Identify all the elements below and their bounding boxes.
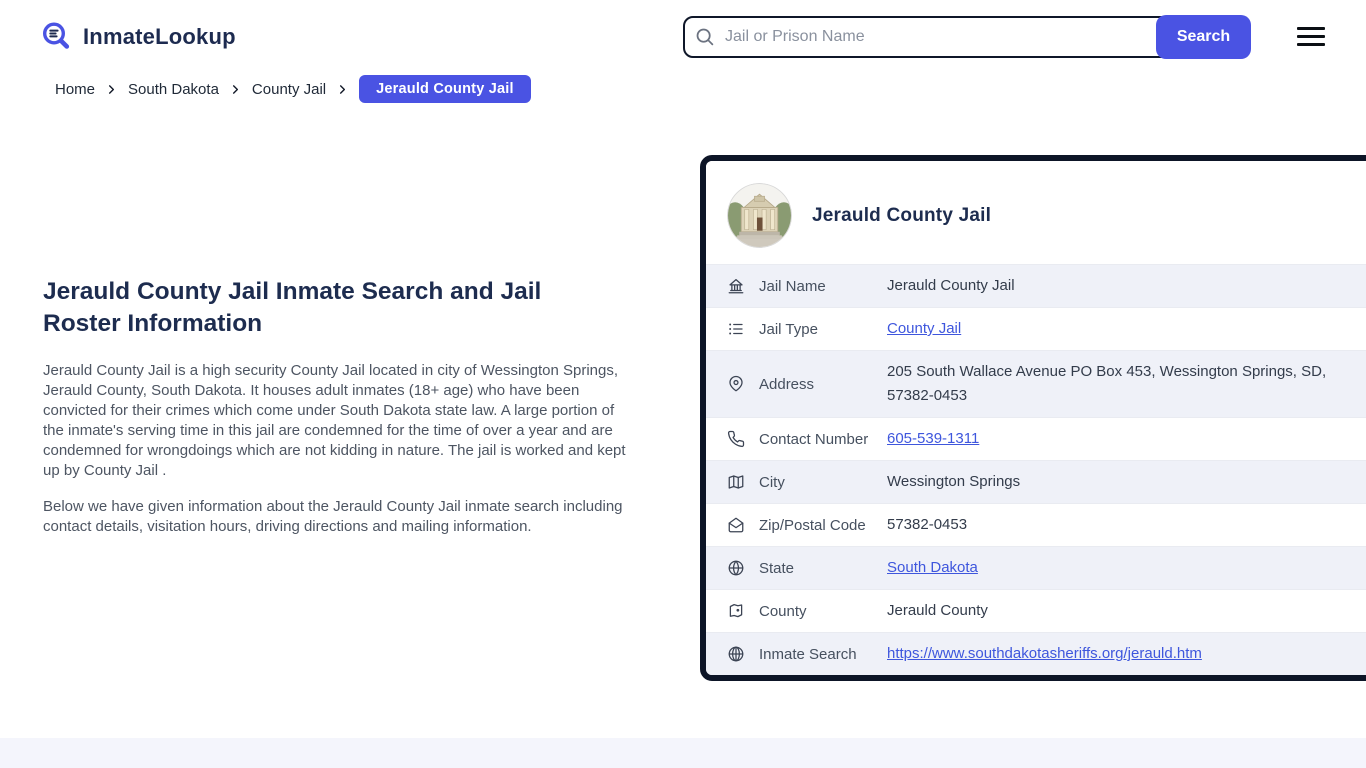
footer-strip — [0, 738, 1366, 768]
bank-icon — [727, 277, 745, 295]
row-label: City — [759, 473, 785, 491]
search-bar: Search — [683, 15, 1251, 59]
page-title: Jerauld County Jail Inmate Search and Ja… — [43, 278, 542, 337]
chevron-right-icon — [337, 84, 348, 95]
breadcrumb-home[interactable]: Home — [55, 81, 95, 98]
jail-card: Jerauld County Jail Jail Name Jerauld Co… — [700, 155, 1366, 681]
search-button[interactable]: Search — [1156, 15, 1251, 59]
breadcrumb-current-badge: Jerauld County Jail — [359, 75, 531, 103]
jail-info-row: Address 205 South Wallace Avenue PO Box … — [706, 350, 1366, 417]
row-value: Wessington Springs — [887, 473, 1021, 490]
phone-icon — [727, 430, 745, 448]
row-value: Jerauld County — [887, 602, 988, 619]
mail-icon — [727, 516, 745, 534]
logo[interactable]: InmateLookup — [40, 20, 236, 54]
row-value: Jerauld County Jail — [887, 277, 1015, 294]
logo-text: InmateLookup — [83, 24, 236, 49]
jail-card-title: Jerauld County Jail — [812, 204, 992, 226]
row-label: County — [759, 602, 807, 620]
article-paragraph: Below we have given information about th… — [43, 498, 623, 535]
row-label: State — [759, 559, 795, 577]
jail-info-row: County Jerauld County — [706, 589, 1366, 632]
row-value: County Jail — [887, 317, 961, 341]
breadcrumb-jail-type[interactable]: County Jail — [252, 81, 326, 98]
row-label: Zip/Postal Code — [759, 516, 866, 534]
row-value-link[interactable]: 605-539-1311 — [887, 430, 979, 447]
row-label: Inmate Search — [759, 645, 857, 663]
menu-icon[interactable] — [1297, 27, 1325, 46]
row-value-link[interactable]: South Dakota — [887, 559, 978, 576]
list-icon — [727, 320, 745, 338]
row-label: Address — [759, 375, 815, 393]
article: Jerauld County Jail Inmate Search and Ja… — [43, 276, 653, 553]
row-label: Jail Name — [759, 277, 826, 295]
row-value-link[interactable]: https://www.southdakotasheriffs.org/jera… — [887, 645, 1202, 662]
web-icon — [727, 645, 745, 663]
map-pin-icon — [727, 375, 745, 393]
row-label: Contact Number — [759, 430, 869, 448]
row-value-link[interactable]: County Jail — [887, 320, 961, 337]
row-value: South Dakota — [887, 556, 978, 580]
jail-info-table: Jail Name Jerauld County Jail Jail Type … — [706, 264, 1366, 675]
chevron-right-icon — [230, 84, 241, 95]
article-paragraph: Jerauld County Jail is a high security C… — [43, 362, 626, 479]
globe-icon — [727, 559, 745, 577]
breadcrumb-state[interactable]: South Dakota — [128, 81, 219, 98]
jail-info-row: Jail Name Jerauld County Jail — [706, 264, 1366, 307]
row-value: 605-539-1311 — [887, 427, 979, 451]
chevron-right-icon — [106, 84, 117, 95]
jail-info-row: Jail Type County Jail — [706, 307, 1366, 350]
jail-info-row: Zip/Postal Code 57382-0453 — [706, 503, 1366, 546]
map-icon — [727, 473, 745, 491]
row-value: https://www.southdakotasheriffs.org/jera… — [887, 642, 1202, 666]
row-value: 205 South Wallace Avenue PO Box 453, Wes… — [887, 363, 1327, 404]
row-value: 57382-0453 — [887, 516, 968, 533]
jail-photo — [727, 183, 792, 248]
jail-info-row: Inmate Search https://www.southdakotashe… — [706, 632, 1366, 675]
county-icon — [727, 602, 745, 620]
breadcrumb: Home South Dakota County Jail Jerauld Co… — [55, 75, 531, 103]
row-label: Jail Type — [759, 320, 818, 338]
search-icon — [694, 26, 715, 47]
logo-magnifier-icon — [40, 20, 74, 54]
jail-info-row: Contact Number 605-539-1311 — [706, 417, 1366, 460]
jail-info-row: City Wessington Springs — [706, 460, 1366, 503]
jail-card-header: Jerauld County Jail — [706, 161, 1366, 264]
jail-info-row: State South Dakota — [706, 546, 1366, 589]
